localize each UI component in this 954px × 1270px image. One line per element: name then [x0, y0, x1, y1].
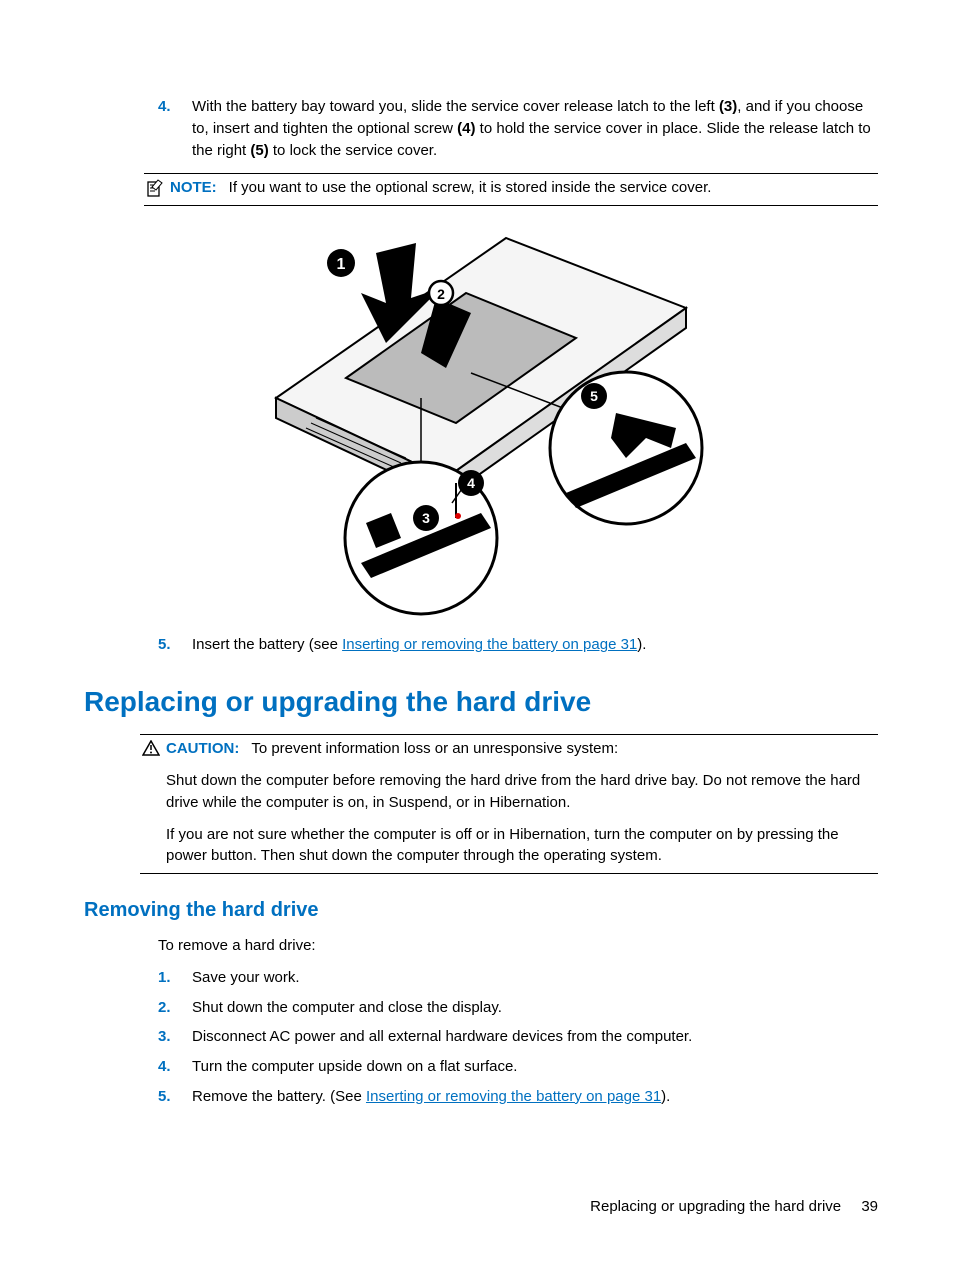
page-footer: Replacing or upgrading the hard drive 39 — [590, 1196, 878, 1218]
step-block-2: 5. Insert the battery (see Inserting or … — [158, 634, 878, 656]
laptop-bottom-illustration: 1 2 4 3 5 — [246, 218, 716, 618]
svg-text:2: 2 — [437, 286, 445, 302]
caution-callout: CAUTION: To prevent information loss or … — [140, 734, 878, 874]
svg-text:3: 3 — [422, 510, 430, 526]
note-label: NOTE: — [170, 177, 217, 199]
xref-battery-link[interactable]: Inserting or removing the battery on pag… — [342, 636, 637, 653]
illustration-wrap: 1 2 4 3 5 — [84, 218, 878, 618]
section-heading: Replacing or upgrading the hard drive — [84, 682, 878, 723]
note-callout-wrap: NOTE: If you want to use the optional sc… — [144, 173, 878, 206]
remove-step-5: 5. Remove the battery. (See Inserting or… — [158, 1086, 878, 1108]
subsection-heading: Removing the hard drive — [84, 896, 878, 925]
page-number: 39 — [861, 1198, 878, 1215]
intro-text: To remove a hard drive: — [158, 935, 878, 957]
caution-para-2: If you are not sure whether the computer… — [166, 824, 878, 868]
note-text: If you want to use the optional screw, i… — [229, 177, 878, 199]
caution-body: Shut down the computer before removing t… — [140, 770, 878, 867]
note-callout: NOTE: If you want to use the optional sc… — [144, 173, 878, 206]
svg-text:5: 5 — [590, 388, 598, 404]
svg-text:1: 1 — [337, 256, 346, 273]
caution-para-1: Shut down the computer before removing t… — [166, 770, 878, 814]
xref-battery-link-2[interactable]: Inserting or removing the battery on pag… — [366, 1088, 661, 1105]
step-number: 4. — [158, 96, 192, 161]
caution-callout-wrap: CAUTION: To prevent information loss or … — [140, 734, 878, 874]
step-text: With the battery bay toward you, slide t… — [192, 96, 878, 161]
caution-icon — [140, 738, 162, 756]
step-5: 5. Insert the battery (see Inserting or … — [158, 634, 878, 656]
step-text: Insert the battery (see Inserting or rem… — [192, 634, 878, 656]
remove-step-2: 2. Shut down the computer and close the … — [158, 997, 878, 1019]
svg-text:4: 4 — [467, 475, 475, 491]
step-block: 4. With the battery bay toward you, slid… — [158, 96, 878, 161]
step-number: 5. — [158, 634, 192, 656]
footer-title: Replacing or upgrading the hard drive — [590, 1198, 841, 1215]
removing-intro-block: To remove a hard drive: 1. Save your wor… — [158, 935, 878, 1108]
step-4: 4. With the battery bay toward you, slid… — [158, 96, 878, 161]
removing-steps-list: 1. Save your work. 2. Shut down the comp… — [158, 967, 878, 1108]
remove-step-4: 4. Turn the computer upside down on a fl… — [158, 1056, 878, 1078]
caution-lead: To prevent information loss or an unresp… — [251, 738, 878, 760]
remove-step-3: 3. Disconnect AC power and all external … — [158, 1026, 878, 1048]
caution-label: CAUTION: — [166, 738, 239, 760]
remove-step-1: 1. Save your work. — [158, 967, 878, 989]
note-icon — [144, 177, 166, 197]
